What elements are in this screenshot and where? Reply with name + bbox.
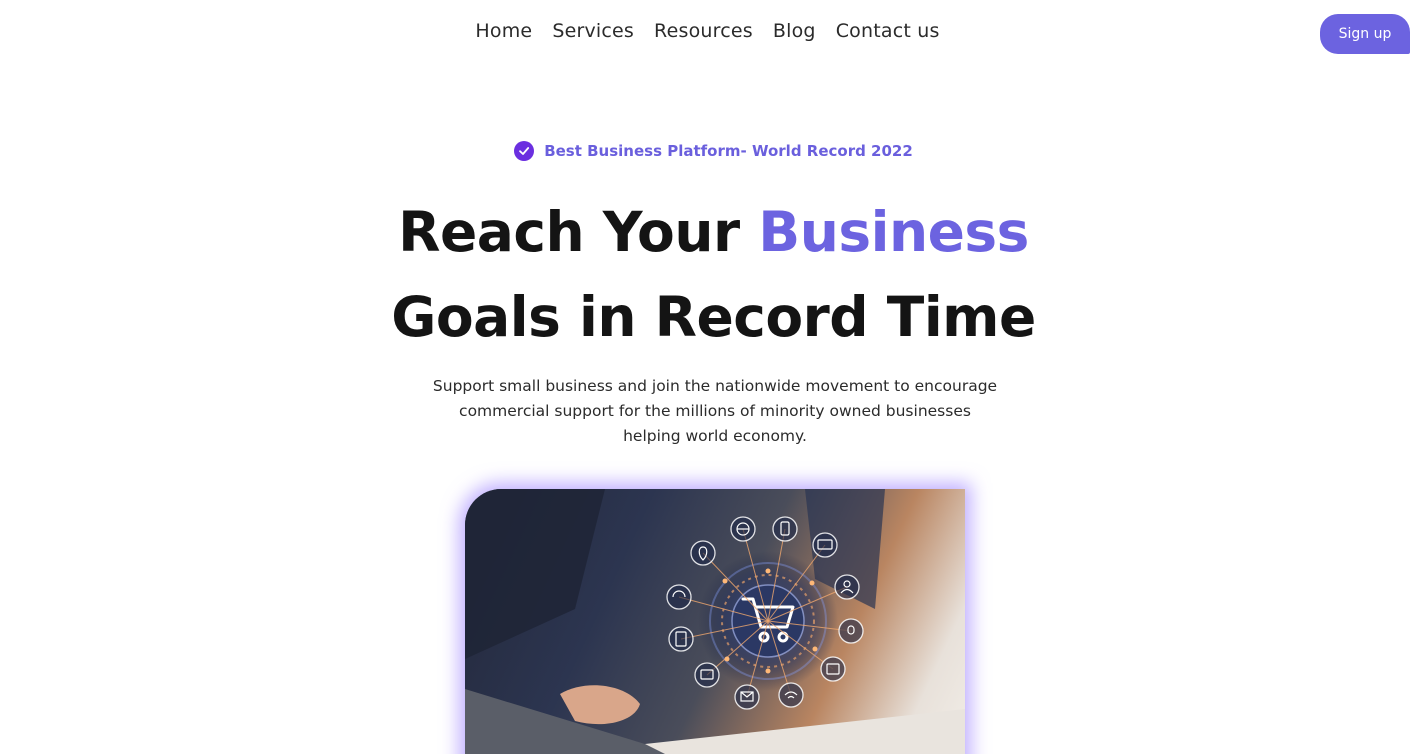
badge-text: Best Business Platform- World Record 202…: [544, 142, 913, 160]
nav-home[interactable]: Home: [475, 20, 532, 42]
nav-contact[interactable]: Contact us: [836, 20, 940, 42]
hero-subtext: Support small business and join the nati…: [432, 377, 998, 445]
headline-part1: Reach Your: [398, 200, 759, 264]
ecommerce-network-illustration: [465, 489, 965, 754]
main-nav: Home Services Resources Blog Contact us: [0, 20, 1427, 42]
check-circle-icon: [514, 141, 535, 161]
headline-accent: Business: [758, 200, 1029, 264]
nav-blog[interactable]: Blog: [773, 20, 816, 42]
signup-button[interactable]: Sign up: [1320, 14, 1410, 54]
headline-line2: Goals in Record Time: [391, 285, 1036, 349]
nav-services[interactable]: Services: [552, 20, 634, 42]
nav-resources[interactable]: Resources: [654, 20, 753, 42]
hero-image: [465, 489, 965, 754]
award-badge: Best Business Platform- World Record 202…: [0, 141, 1427, 161]
landing-page: Home Services Resources Blog Contact us …: [0, 0, 1427, 754]
hero-headline: Reach Your Business Goals in Record Time: [0, 190, 1427, 360]
